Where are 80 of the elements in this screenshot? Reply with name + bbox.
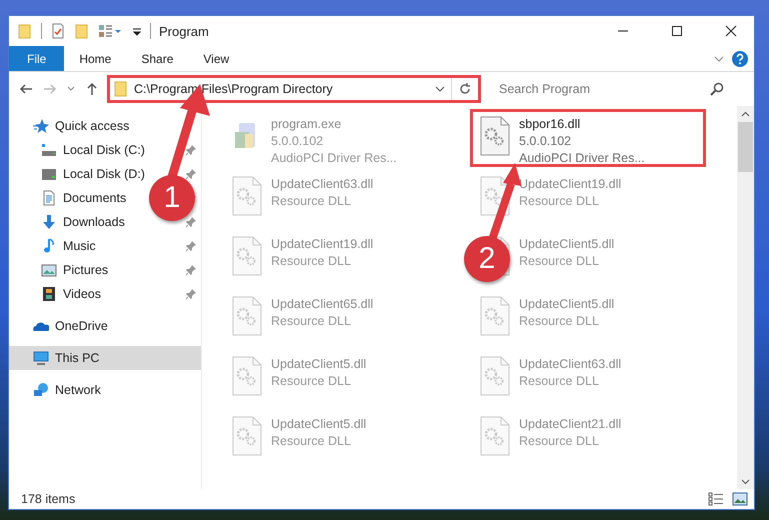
scroll-up-icon[interactable] <box>741 110 750 119</box>
scroll-down-icon[interactable] <box>741 477 750 486</box>
gear-file-icon <box>231 296 263 336</box>
file-detail: 5.0.0.102 <box>271 133 324 149</box>
network-icon <box>33 382 49 398</box>
nav-item[interactable]: Local Disk (D:) <box>9 162 145 186</box>
file-detail: Resource DLL <box>271 313 352 329</box>
expand-ribbon-icon[interactable] <box>714 54 724 62</box>
scrollbar[interactable] <box>737 106 754 489</box>
gear-file-icon <box>479 116 511 156</box>
gear-file-icon <box>231 416 263 456</box>
file-detail: Resource DLL <box>271 373 352 389</box>
document-icon <box>41 190 57 206</box>
nav-item[interactable]: Quick access <box>9 114 145 138</box>
pin-icon[interactable] <box>185 216 197 228</box>
monitor-icon <box>33 350 49 366</box>
properties-icon[interactable] <box>50 23 66 39</box>
folder-icon <box>114 81 128 97</box>
gear-file-icon <box>231 176 263 216</box>
music-note-icon <box>41 238 57 254</box>
back-arrow-icon[interactable] <box>19 82 33 96</box>
file-detail: Resource DLL <box>519 193 600 209</box>
pin-icon[interactable] <box>185 240 197 252</box>
drive-icon <box>41 142 57 158</box>
file-detail: Resource DLL <box>519 433 600 449</box>
gear-file-icon <box>231 356 263 396</box>
nav-item[interactable]: This PC <box>9 346 201 370</box>
drive-icon <box>41 166 57 182</box>
dropdown-icon[interactable] <box>435 85 445 93</box>
ribbon-tab[interactable]: Share <box>126 46 188 71</box>
file-detail: Resource DLL <box>519 313 600 329</box>
nav-item[interactable]: OneDrive <box>9 314 145 338</box>
file-detail: Resource DLL <box>519 373 600 389</box>
maximize-icon[interactable] <box>671 25 683 37</box>
pin-icon[interactable] <box>185 288 197 300</box>
ribbon-tab[interactable]: File <box>9 46 64 71</box>
pin-icon[interactable] <box>185 168 197 180</box>
file-name[interactable]: sbpor16.dll <box>519 116 645 132</box>
up-arrow-icon[interactable] <box>85 82 99 96</box>
nav-item[interactable]: Documents <box>9 186 145 210</box>
file-detail: 5.0.0.102 <box>519 133 572 149</box>
help-icon[interactable] <box>732 50 748 66</box>
close-icon[interactable] <box>725 25 737 37</box>
pin-icon[interactable] <box>185 264 197 276</box>
file-detail: Resource DLL <box>519 253 600 269</box>
nav-item[interactable]: Local Disk (C:) <box>9 138 145 162</box>
view-menu-icon[interactable] <box>98 23 124 39</box>
nav-item[interactable]: Downloads <box>9 210 145 234</box>
gear-file-icon <box>479 176 511 216</box>
gear-file-icon <box>479 356 511 396</box>
download-icon <box>41 214 57 230</box>
file-detail: AudioPCI Driver Res... <box>519 150 645 166</box>
file-detail: Resource DLL <box>271 193 352 209</box>
ribbon-tab[interactable]: Home <box>64 46 126 71</box>
details-view-icon[interactable] <box>708 492 724 506</box>
refresh-icon[interactable] <box>458 82 472 96</box>
ribbon-tab[interactable]: View <box>188 46 244 71</box>
picture-icon <box>41 262 57 278</box>
recent-locations-icon[interactable] <box>67 86 75 92</box>
search-field[interactable]: Search Program <box>489 78 732 100</box>
gear-file-icon <box>479 416 511 456</box>
item-count: 178 items <box>21 492 76 506</box>
file-detail: Resource DLL <box>271 253 352 269</box>
scroll-thumb[interactable] <box>738 122 753 172</box>
nav-item[interactable]: Videos <box>9 282 145 306</box>
nav-item[interactable]: Network <box>9 378 145 402</box>
large-icons-view-icon[interactable] <box>732 492 748 506</box>
search-icon <box>710 82 724 96</box>
gear-file-icon <box>231 236 263 276</box>
address-path: C:\Program Files\Program Directory <box>134 82 334 96</box>
star-icon <box>33 118 49 134</box>
nav-item[interactable]: Music <box>9 234 145 258</box>
nav-item[interactable]: Pictures <box>9 258 145 282</box>
window-title: Program <box>159 24 210 38</box>
address-bar[interactable]: C:\Program Files\Program Directory <box>109 77 479 101</box>
file-detail: Resource DLL <box>271 433 352 449</box>
gear-file-icon <box>479 296 511 336</box>
film-icon <box>41 286 57 302</box>
file-detail: AudioPCI Driver Res... <box>271 150 397 166</box>
pin-icon[interactable] <box>185 144 197 156</box>
